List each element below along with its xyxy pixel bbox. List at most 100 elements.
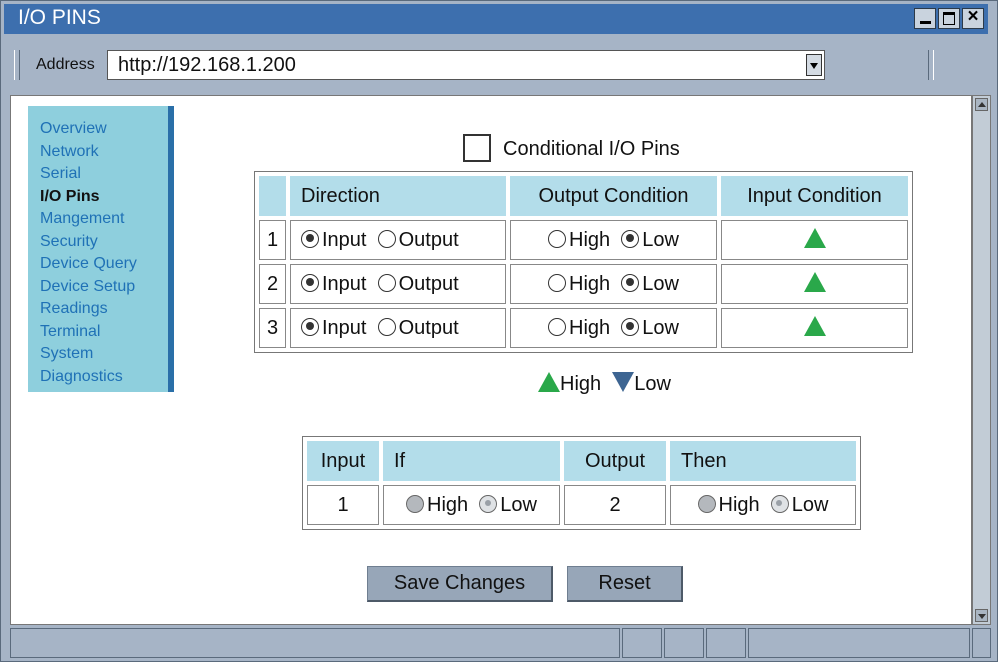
address-url: http://192.168.1.200 [118, 54, 296, 76]
vertical-scrollbar[interactable] [972, 95, 991, 625]
minimize-button[interactable] [914, 8, 936, 29]
conditional-table: Input If Output Then 1 High Low 2 High L… [302, 436, 861, 530]
direction-output-label: Output [398, 228, 459, 251]
if-low-radio[interactable] [479, 494, 498, 513]
table-row: 3 Input Output High Low [259, 308, 908, 348]
nav-item-serial[interactable]: Serial [40, 163, 168, 186]
nav-item-terminal[interactable]: Terminal [40, 321, 168, 344]
status-text-pane [10, 628, 620, 658]
if-high-radio[interactable] [406, 494, 425, 513]
close-button[interactable]: × [962, 6, 984, 29]
nav-item-readings[interactable]: Readings [40, 298, 168, 321]
window-title: I/O PINS [18, 6, 101, 29]
direction-cell: Input Output [290, 308, 506, 348]
cond-then-header: Then [670, 441, 856, 481]
maximize-button[interactable] [938, 8, 960, 29]
output-low-label: Low [642, 316, 679, 339]
nav-item-network[interactable]: Network [40, 141, 168, 164]
triangle-up-icon [803, 272, 826, 292]
then-high-radio[interactable] [697, 494, 716, 513]
nav-item-device-query[interactable]: Device Query [40, 253, 168, 276]
address-label: Address [36, 56, 95, 73]
output-condition-header: Output Condition [510, 176, 717, 216]
input-condition-header: Input Condition [721, 176, 908, 216]
direction-header: Direction [290, 176, 506, 216]
direction-output-radio[interactable] [377, 317, 396, 336]
status-pane [622, 628, 662, 658]
direction-input-radio[interactable] [301, 229, 319, 248]
output-high-label: High [569, 316, 611, 339]
status-zone-pane [748, 628, 970, 658]
nav-item-overview[interactable]: Overview [40, 118, 168, 141]
title-bar[interactable]: I/O PINS × [4, 4, 988, 34]
direction-output-radio[interactable] [377, 229, 396, 248]
then-low-label: Low [791, 493, 829, 516]
table-row: 2 Input Output High Low [259, 264, 908, 304]
pin-number: 1 [259, 220, 286, 260]
output-high-radio[interactable] [548, 229, 567, 248]
direction-input-label: Input [322, 228, 367, 251]
output-high-label: High [569, 272, 611, 295]
cond-then-cell: High Low [670, 485, 856, 525]
triangle-up-icon [803, 316, 826, 336]
output-low-radio[interactable] [621, 229, 640, 248]
output-low-radio[interactable] [621, 273, 640, 292]
then-low-radio[interactable] [770, 494, 789, 513]
nav-item-io-pins[interactable]: I/O Pins [40, 186, 168, 209]
triangle-down-icon [612, 372, 635, 392]
input-condition-cell [721, 308, 908, 348]
address-bar: Address http://192.168.1.200 [4, 36, 988, 90]
if-high-label: High [427, 493, 469, 516]
status-pane [706, 628, 746, 658]
direction-input-radio[interactable] [301, 317, 319, 336]
save-changes-button[interactable]: Save Changes [367, 566, 553, 602]
close-icon: × [967, 6, 979, 27]
output-low-label: Low [642, 272, 679, 295]
address-dropdown-button[interactable] [806, 54, 822, 76]
cond-if-cell: High Low [383, 485, 560, 525]
then-high-label: High [718, 493, 760, 516]
table-row: 1 High Low 2 High Low [307, 485, 856, 525]
nav-item-security[interactable]: Security [40, 231, 168, 254]
reset-button[interactable]: Reset [567, 566, 683, 602]
if-low-label: Low [500, 493, 537, 516]
direction-input-radio[interactable] [301, 273, 319, 292]
direction-output-label: Output [398, 316, 459, 339]
cond-input-value: 1 [307, 485, 379, 525]
conditional-io-checkbox[interactable] [463, 134, 491, 162]
scroll-up-arrow-icon[interactable] [975, 98, 988, 111]
window-controls: × [914, 6, 984, 29]
toolbar-grip-right[interactable] [928, 50, 934, 80]
nav-item-device-setup[interactable]: Device Setup [40, 276, 168, 299]
pin-number-header [259, 176, 286, 216]
nav-item-mangement[interactable]: Mangement [40, 208, 168, 231]
direction-output-radio[interactable] [377, 273, 396, 292]
direction-cell: Input Output [290, 264, 506, 304]
triangle-up-icon [803, 228, 826, 248]
sidebar-nav: Overview Network Serial I/O Pins Mangeme… [28, 106, 174, 392]
nav-item-system[interactable]: System [40, 343, 168, 366]
output-condition-cell: High Low [510, 308, 717, 348]
status-bar [10, 628, 991, 658]
toolbar-grip[interactable] [14, 50, 20, 80]
address-input[interactable]: http://192.168.1.200 [107, 50, 825, 80]
output-high-label: High [569, 228, 611, 251]
output-condition-cell: High Low [510, 220, 717, 260]
page-content: Overview Network Serial I/O Pins Mangeme… [10, 95, 972, 625]
status-pane [664, 628, 704, 658]
nav-item-diagnostics[interactable]: Diagnostics [40, 366, 168, 389]
direction-input-label: Input [322, 272, 367, 295]
legend-high-label: High [560, 373, 602, 395]
browser-window: I/O PINS × Address http://192.168.1.200 … [0, 0, 998, 662]
output-high-radio[interactable] [548, 317, 567, 336]
input-condition-cell [721, 220, 908, 260]
output-low-radio[interactable] [621, 317, 640, 336]
resize-grip-icon[interactable] [972, 628, 991, 658]
output-high-radio[interactable] [548, 273, 567, 292]
conditional-io-label: Conditional I/O Pins [503, 138, 680, 160]
direction-cell: Input Output [290, 220, 506, 260]
triangle-up-icon [538, 372, 560, 392]
scroll-down-arrow-icon[interactable] [975, 609, 988, 622]
input-condition-cell [721, 264, 908, 304]
output-condition-cell: High Low [510, 264, 717, 304]
